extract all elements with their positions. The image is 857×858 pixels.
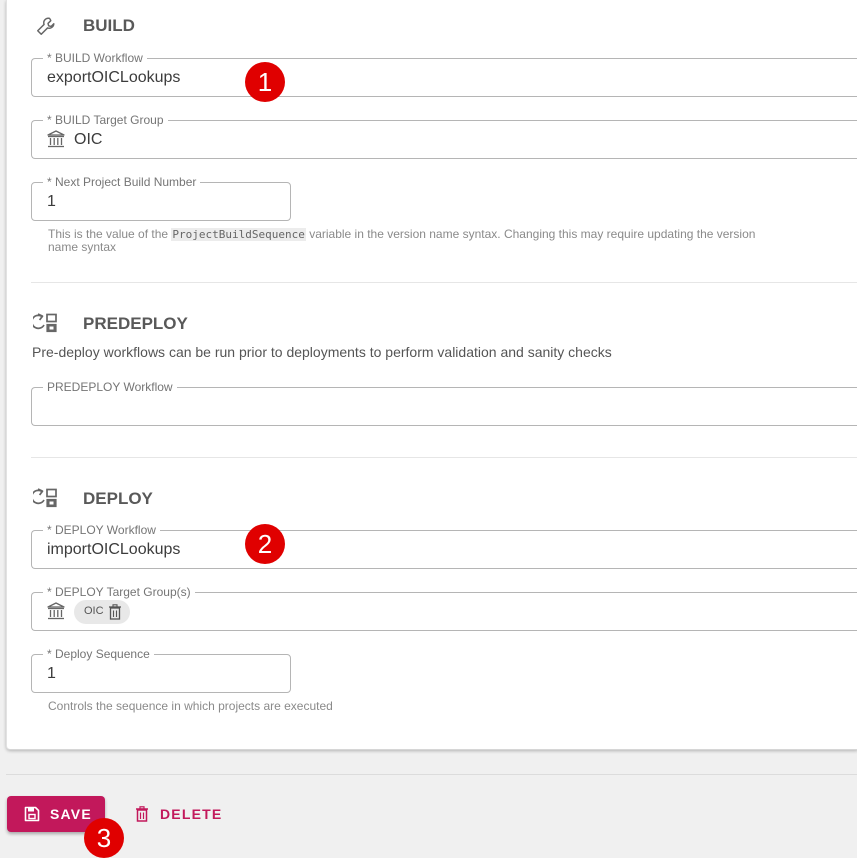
deploy-workflow-label: * DEPLOY Workflow [43, 523, 160, 537]
chip-label: OIC [84, 605, 104, 617]
workflow-icon [33, 488, 57, 508]
deploy-sequence-field[interactable]: * Deploy Sequence 1 [31, 647, 291, 693]
delete-button[interactable]: DELETE [128, 796, 228, 832]
predeploy-workflow-label: PREDEPLOY Workflow [43, 380, 177, 394]
next-build-number-label: * Next Project Build Number [43, 175, 201, 189]
next-build-number-helper: This is the value of the ProjectBuildSeq… [48, 228, 848, 253]
build-workflow-value: exportOICLookups [47, 69, 181, 86]
bank-icon [47, 130, 65, 148]
next-build-number-field[interactable]: * Next Project Build Number 1 [31, 175, 291, 221]
annotation-badge-2: 2 [245, 524, 285, 564]
helper-text-part: name syntax [48, 240, 117, 254]
deploy-target-groups-label: * DEPLOY Target Group(s) [43, 585, 195, 599]
deploy-workflow-field[interactable]: * DEPLOY Workflow importOICLookups [31, 523, 857, 569]
floppy-disk-icon [24, 806, 40, 822]
deploy-workflow-value: importOICLookups [47, 541, 181, 558]
predeploy-description: Pre-deploy workflows can be run prior to… [32, 344, 612, 360]
next-build-number-value: 1 [47, 193, 56, 210]
build-workflow-field[interactable]: * BUILD Workflow exportOICLookups [31, 51, 857, 97]
helper-text-part: variable in the version name syntax. Cha… [305, 227, 756, 241]
build-workflow-label: * BUILD Workflow [43, 51, 147, 65]
build-target-group-label: * BUILD Target Group [43, 113, 168, 127]
annotation-badge-1: 1 [245, 62, 285, 102]
target-group-chip[interactable]: OIC [74, 600, 130, 624]
section-divider [31, 282, 857, 283]
deploy-sequence-value: 1 [47, 665, 56, 682]
helper-code: ProjectBuildSequence [171, 228, 306, 241]
build-section-title: BUILD [83, 16, 135, 35]
build-target-group-value: OIC [74, 131, 103, 148]
delete-button-label: DELETE [160, 806, 223, 822]
footer-divider [6, 774, 857, 775]
build-target-group-field[interactable]: * BUILD Target Group OIC [31, 113, 857, 159]
deploy-sequence-helper: Controls the sequence in which projects … [48, 699, 333, 713]
save-button-label: SAVE [50, 806, 92, 822]
deploy-sequence-label: * Deploy Sequence [43, 647, 154, 661]
deploy-target-groups-field[interactable]: * DEPLOY Target Group(s) OIC [31, 585, 857, 631]
deploy-section-title: DEPLOY [83, 489, 153, 508]
project-workflow-card: BUILD * BUILD Workflow exportOICLookups … [6, 0, 857, 750]
bank-icon [47, 602, 65, 620]
trash-icon [136, 806, 148, 822]
annotation-badge-3: 3 [84, 818, 124, 858]
trash-icon[interactable] [108, 604, 122, 620]
section-divider [31, 457, 857, 458]
wrench-icon [37, 17, 55, 35]
predeploy-section-title: PREDEPLOY [83, 314, 188, 333]
helper-text-part: This is the value of the [48, 227, 172, 241]
predeploy-workflow-field[interactable]: PREDEPLOY Workflow [31, 380, 857, 426]
workflow-icon [33, 313, 57, 333]
